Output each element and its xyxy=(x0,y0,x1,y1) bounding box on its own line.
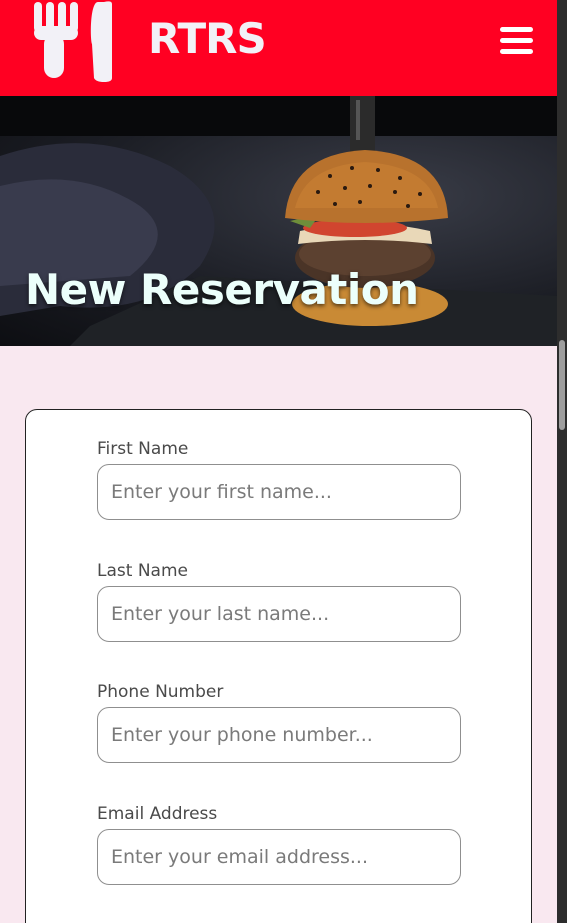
site-logo[interactable]: RTRS xyxy=(32,0,267,82)
hamburger-menu-icon[interactable] xyxy=(500,27,533,55)
first-name-group: First Name xyxy=(97,438,462,520)
last-name-input[interactable] xyxy=(97,586,461,642)
phone-number-input[interactable] xyxy=(97,707,461,763)
scrollbar-thumb[interactable] xyxy=(559,340,565,430)
email-address-input[interactable] xyxy=(97,829,461,885)
last-name-label: Last Name xyxy=(97,561,188,581)
logo-wordmark: RTRS xyxy=(148,14,267,63)
email-address-group: Email Address xyxy=(97,803,462,885)
hero-banner: New Reservation xyxy=(0,96,557,346)
last-name-group: Last Name xyxy=(97,560,462,642)
page-title: New Reservation xyxy=(25,265,419,314)
page-scrollbar[interactable] xyxy=(557,0,567,923)
email-address-label: Email Address xyxy=(97,804,218,824)
first-name-label: First Name xyxy=(97,439,189,459)
fork-knife-icon xyxy=(34,1,112,82)
site-header: RTRS xyxy=(0,0,557,96)
first-name-input[interactable] xyxy=(97,464,461,520)
phone-number-label: Phone Number xyxy=(97,682,224,702)
phone-number-group: Phone Number xyxy=(97,681,462,763)
reservation-form: First Name Last Name Phone Number Email … xyxy=(25,409,532,923)
